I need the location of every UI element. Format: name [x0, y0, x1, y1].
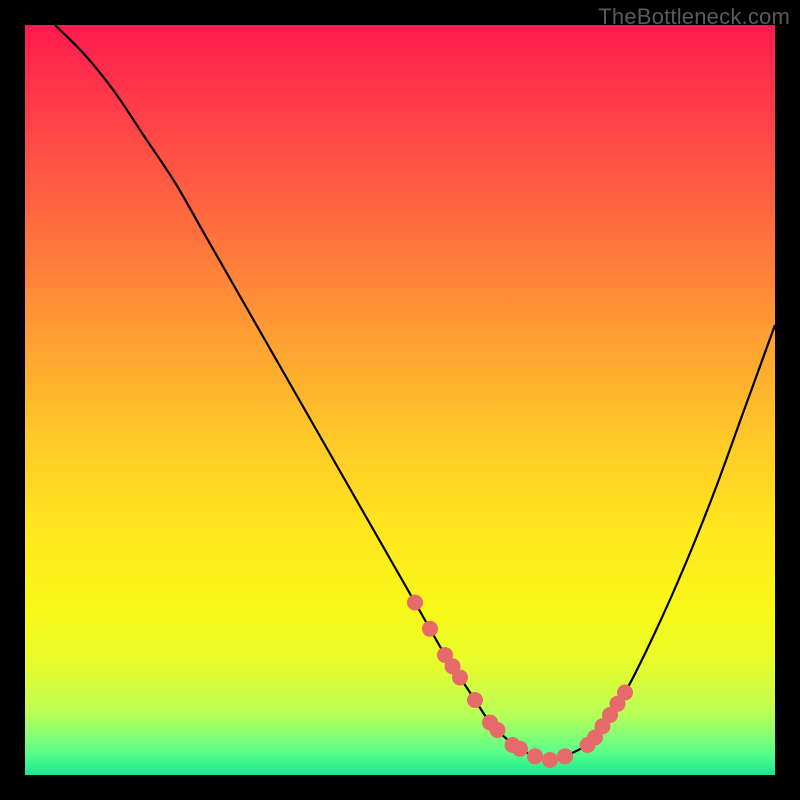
- chart-svg: [25, 25, 775, 775]
- curve-marker: [542, 752, 558, 768]
- chart-frame: TheBottleneck.com: [0, 0, 800, 800]
- curve-marker: [617, 685, 633, 701]
- bottleneck-curve: [55, 25, 775, 760]
- curve-marker: [557, 748, 573, 764]
- curve-marker: [527, 748, 543, 764]
- curve-marker: [512, 741, 528, 757]
- curve-markers: [407, 595, 633, 769]
- curve-marker: [452, 670, 468, 686]
- curve-marker: [467, 692, 483, 708]
- curve-marker: [422, 621, 438, 637]
- plot-area: [25, 25, 775, 775]
- curve-marker: [490, 722, 506, 738]
- curve-marker: [407, 595, 423, 611]
